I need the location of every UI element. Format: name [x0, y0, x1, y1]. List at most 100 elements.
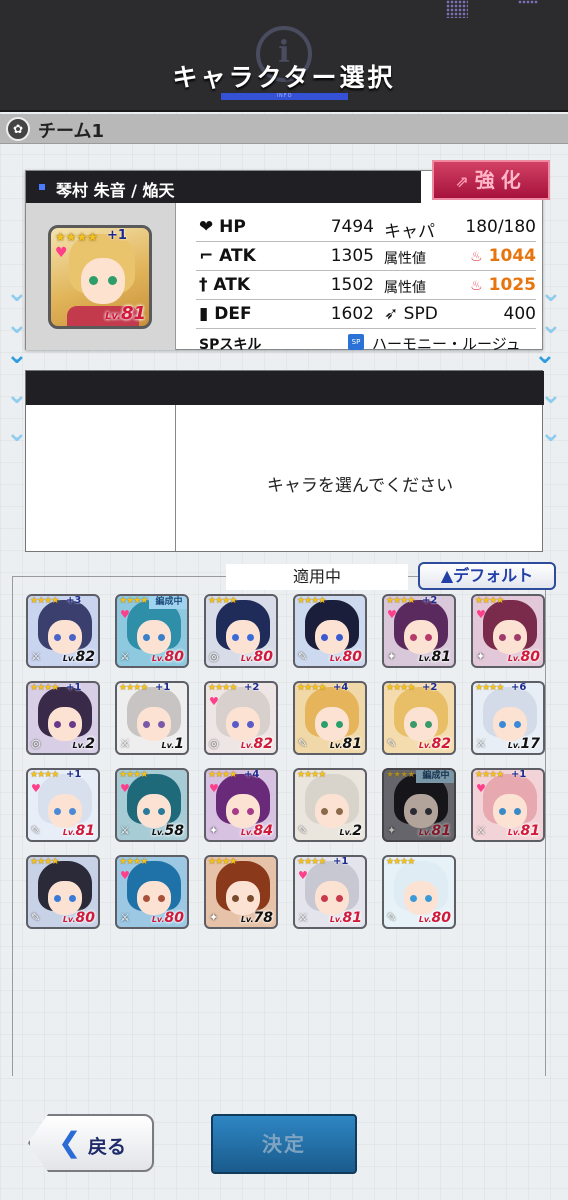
weapon-icon: ✎: [298, 737, 308, 750]
character-card[interactable]: ★★★★ ♥ ⚔ Lv.80: [115, 855, 189, 929]
card-eye: [143, 808, 150, 815]
card-level: Lv.81: [507, 823, 540, 839]
character-card[interactable]: ★★★★ ✎ Lv.80: [382, 855, 456, 929]
character-card[interactable]: ★★★★ ✎ Lv.80: [293, 594, 367, 668]
card-eye: [410, 808, 417, 815]
weapon-icon: ⚔: [120, 650, 130, 663]
character-card[interactable]: ★★★★ +1 ♥ ⚔ Lv.81: [471, 768, 545, 842]
card-level: Lv.80: [62, 910, 95, 926]
card-eye: [247, 808, 254, 815]
card-eye: [158, 634, 165, 641]
weapon-icon: ⚔: [476, 824, 486, 837]
rarity-stars-icon: ★★★★: [55, 230, 99, 244]
card-level-value: 2: [352, 823, 362, 839]
rarity-stars-icon: ★★★★: [297, 770, 326, 780]
confirm-button[interactable]: 決定: [211, 1114, 357, 1174]
character-card[interactable]: ★★★★ +6 ⚔ Lv.17: [471, 681, 545, 755]
card-level-value: 80: [253, 649, 273, 665]
rarity-stars-icon: ★★★★: [386, 857, 415, 867]
rarity-stars-icon: ★★★★: [297, 683, 326, 693]
back-button[interactable]: ❮ 戻る: [28, 1114, 154, 1172]
heart-icon: ♥: [209, 695, 219, 708]
weapon-icon: ⚔: [298, 911, 308, 924]
card-level: Lv.81: [329, 910, 362, 926]
card-eye: [410, 721, 417, 728]
character-card[interactable]: ★★★★ ✎ Lv.2: [293, 768, 367, 842]
card-eye: [69, 808, 76, 815]
rarity-stars-icon: ★★★★: [119, 857, 148, 867]
card-level: Lv.80: [151, 910, 184, 926]
card-level: Lv.80: [507, 649, 540, 665]
rarity-stars-icon: ★★★★: [30, 596, 59, 606]
rarity-stars-icon: ★★★★: [475, 770, 504, 780]
stats-table: ❤ HP 7494 キャパ 180/180 ⌐ ATK 1305 属性値 ♨ 10…: [196, 213, 536, 355]
card-eye: [232, 721, 239, 728]
card-level-value: 80: [164, 910, 184, 926]
character-portrait[interactable]: ★★★★ +1 ♥ Lv.81: [48, 225, 152, 329]
plus-value: +2: [422, 682, 438, 693]
card-eye: [425, 721, 432, 728]
chevron-down-icon: ⌄: [6, 278, 28, 308]
fire-icon: ♨: [470, 249, 483, 265]
spd-label: ➶ SPD: [384, 304, 438, 324]
character-card[interactable]: ★★★★ +2 ♥ ✦ Lv.81: [382, 594, 456, 668]
enhance-icon: ⇗: [455, 172, 469, 191]
weapon-icon: ◎: [31, 737, 41, 750]
sp-badge-icon: SP: [348, 334, 364, 350]
card-level-value: 81: [342, 736, 362, 752]
card-eye: [143, 721, 150, 728]
card-eye: [425, 808, 432, 815]
character-card[interactable]: ★★★★ ♥ ✦ Lv.80: [471, 594, 545, 668]
character-card[interactable]: ★★★★ ✎ Lv.80: [26, 855, 100, 929]
def-label: ▮ DEF: [199, 304, 252, 324]
capa-label: キャパ: [384, 222, 435, 242]
card-eye: [143, 895, 150, 902]
default-sort-button[interactable]: ▲デフォルト: [418, 562, 556, 590]
card-eye: [69, 721, 76, 728]
plus-value: +1: [107, 228, 127, 243]
chevron-down-icon: ⌄: [540, 278, 562, 308]
plus-value: +4: [244, 769, 260, 780]
character-card[interactable]: ★★★★ ♥ ⚔ Lv.58: [115, 768, 189, 842]
card-eye: [158, 895, 165, 902]
rarity-stars-icon: ★★★★: [475, 683, 504, 693]
enhance-button[interactable]: ⇗ 強化: [432, 160, 550, 200]
page-title: キャラクター選択: [172, 63, 396, 92]
character-card[interactable]: ★★★★ +4 ✎ Lv.81: [293, 681, 367, 755]
card-level: Lv.17: [507, 736, 540, 752]
rarity-stars-icon: ★★★★: [386, 770, 415, 780]
card-eye: [69, 895, 76, 902]
in-team-badge: 編成中: [149, 596, 187, 609]
atk1-label: ⌐ ATK: [199, 246, 256, 266]
character-card[interactable]: ★★★★ ♥ 編成中 ⚔ Lv.80: [115, 594, 189, 668]
heart-icon: ♥: [387, 608, 397, 621]
character-card[interactable]: ★★★★ +4 ♥ ✦ Lv.84: [204, 768, 278, 842]
def-value: 1602: [330, 304, 374, 324]
hp-label: ❤ HP: [199, 217, 246, 237]
character-card[interactable]: ★★★★ 編成中 ✦ Lv.81: [382, 768, 456, 842]
character-card[interactable]: ★★★★ +2 ♥ ◎ Lv.82: [204, 681, 278, 755]
atk1-value: 1305: [330, 246, 374, 266]
character-card[interactable]: ★★★★ +1 ♥ ⚔ Lv.81: [293, 855, 367, 929]
card-level-value: 81: [431, 649, 451, 665]
character-card[interactable]: ★★★★ +2 ✎ Lv.82: [382, 681, 456, 755]
plus-value: +1: [66, 769, 82, 780]
character-card[interactable]: ★★★★ +1 ◎ Lv.2: [26, 681, 100, 755]
rarity-stars-icon: ★★★★: [208, 596, 237, 606]
stat-row-hp: ❤ HP 7494 キャパ 180/180: [196, 213, 536, 242]
character-card[interactable]: ★★★★ ◎ Lv.80: [204, 594, 278, 668]
card-level-value: 81: [75, 823, 95, 839]
character-card[interactable]: ★★★★ +1 ♥ ✎ Lv.81: [26, 768, 100, 842]
card-level-value: 1: [174, 736, 184, 752]
character-card[interactable]: ★★★★ ✦ Lv.78: [204, 855, 278, 929]
card-level: Lv.84: [240, 823, 273, 839]
card-level-value: 80: [520, 649, 540, 665]
sp-skill-name: ハーモニー・ルージュ: [372, 335, 521, 353]
character-card[interactable]: ★★★★ +3 ⚔ Lv.82: [26, 594, 100, 668]
character-card[interactable]: ★★★★ +1 ⚔ Lv.1: [115, 681, 189, 755]
card-level: Lv.80: [151, 649, 184, 665]
card-eye: [232, 634, 239, 641]
card-eye: [499, 808, 506, 815]
card-eye: [54, 634, 61, 641]
selection-panel[interactable]: キャラを選んでください: [25, 370, 544, 552]
